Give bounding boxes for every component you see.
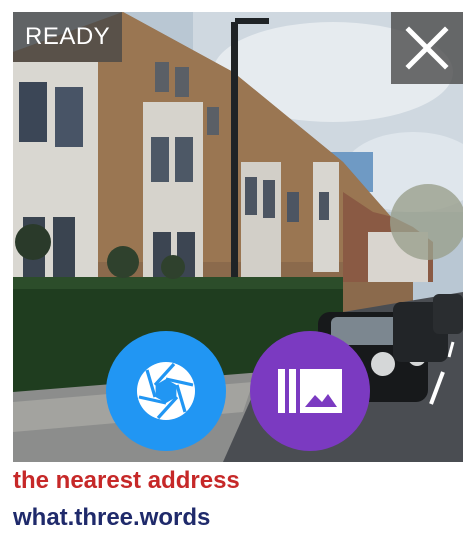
camera-aperture-icon [137, 362, 195, 420]
three-words-text: what.three.words [13, 504, 211, 531]
shutter-button[interactable] [106, 331, 226, 451]
status-badge: READY [13, 12, 123, 62]
status-label: READY [25, 23, 111, 50]
close-icon [405, 26, 449, 70]
nearest-address-text: the nearest address [13, 467, 240, 494]
photo-library-icon [278, 369, 342, 413]
close-button[interactable] [391, 12, 463, 84]
gallery-button[interactable] [250, 331, 370, 451]
